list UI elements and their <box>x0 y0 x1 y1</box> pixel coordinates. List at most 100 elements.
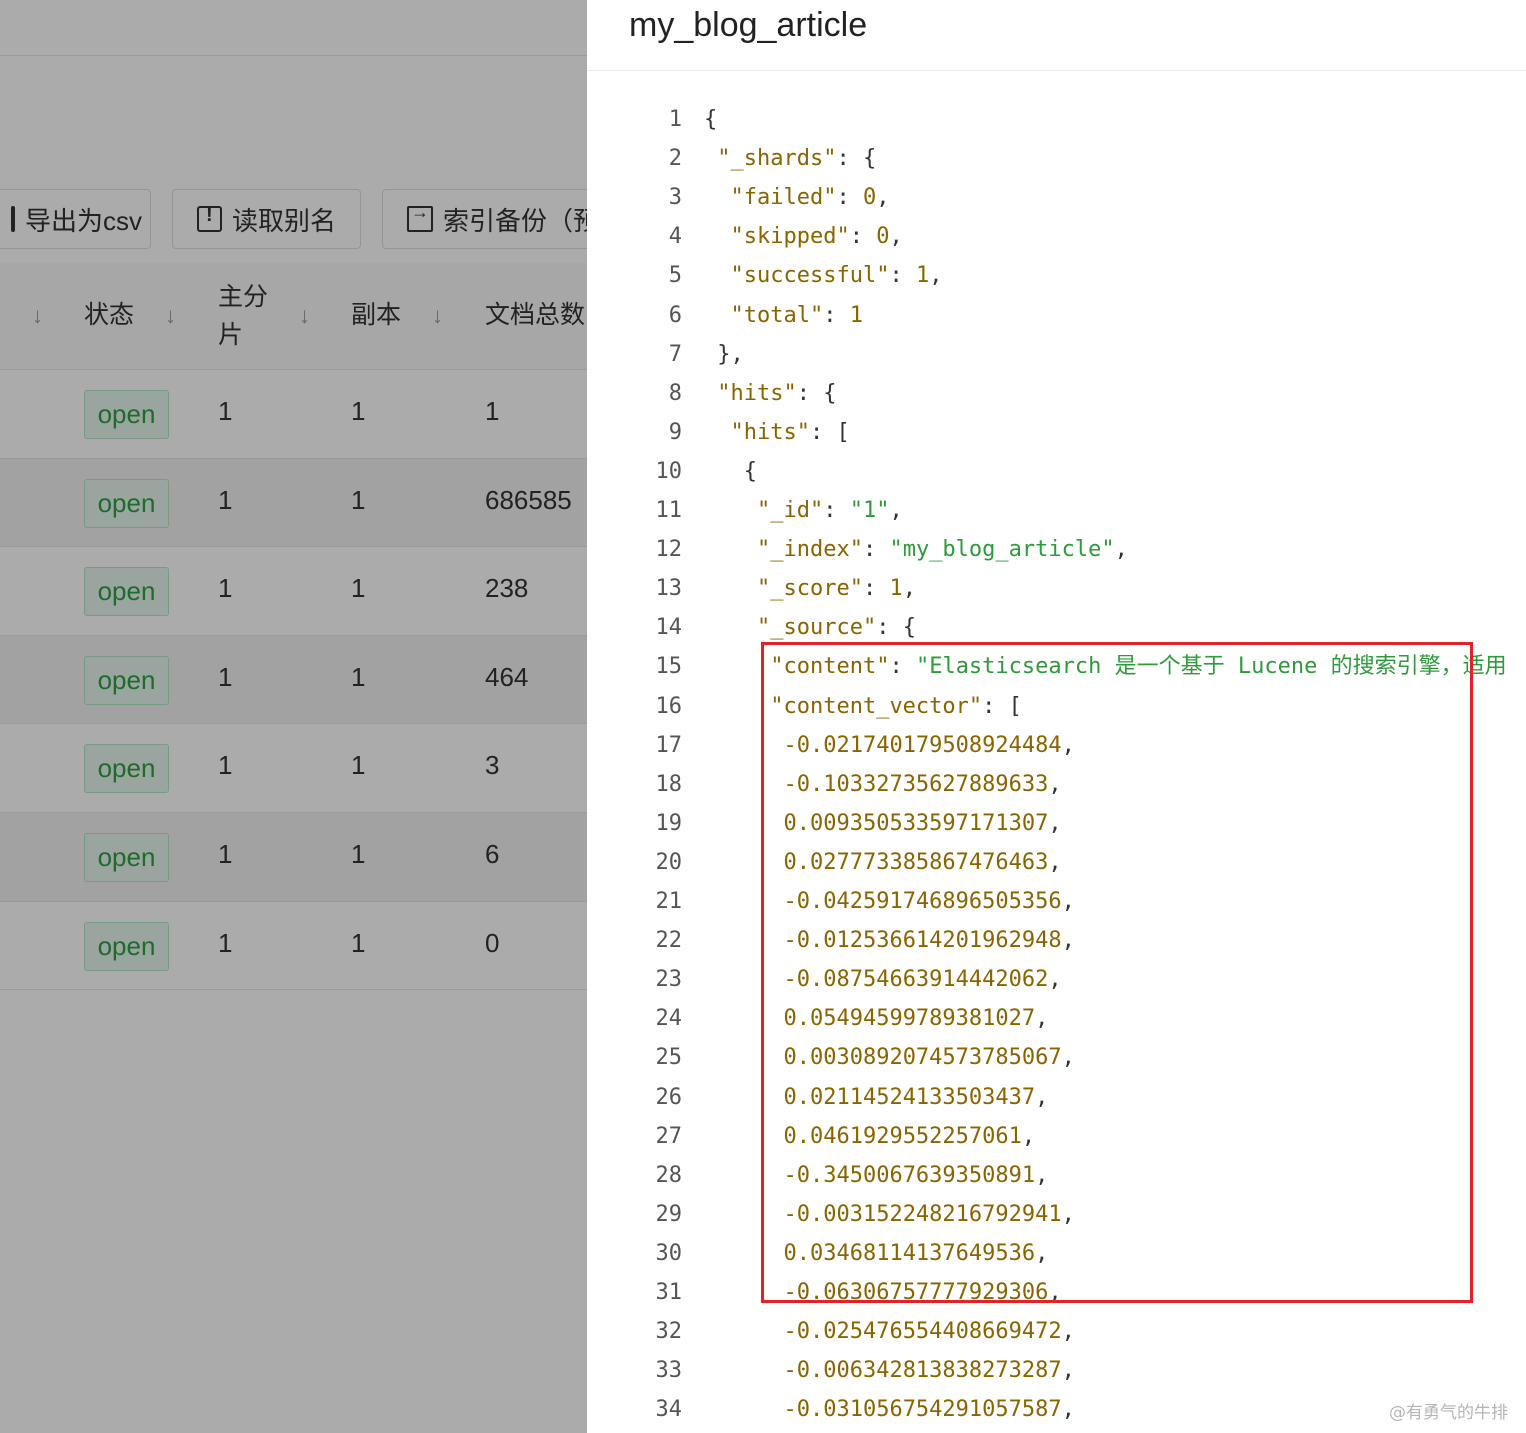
line-content: -0.012536614201962948, <box>704 921 1074 960</box>
token: { <box>704 107 718 132</box>
index-list-page: 导出为csv 读取别名 索引备份（预 ↓ 状态 ↓ 主分 片 ↓ 副本 ↓ 文档… <box>0 0 587 1433</box>
line-number: 14 <box>655 615 683 641</box>
line-content: { <box>704 452 757 491</box>
line-content: -0.021740179508924484, <box>704 726 1075 765</box>
token: , <box>1061 889 1075 914</box>
line-number: 30 <box>655 1240 683 1266</box>
line-number: 5 <box>668 263 682 289</box>
token: "successful" <box>730 263 890 289</box>
line-number: 3 <box>668 185 682 211</box>
token: : <box>823 498 850 523</box>
modal-mask[interactable] <box>0 0 587 1433</box>
token: "failed" <box>730 185 837 211</box>
token: "my_blog_article" <box>889 537 1115 563</box>
token: "1" <box>849 498 890 523</box>
token: , <box>1035 1006 1049 1032</box>
line-content: "_index": "my_blog_article", <box>704 530 1128 569</box>
line-number: 12 <box>655 537 683 563</box>
token: 0.0461929552257061 <box>783 1123 1022 1149</box>
line-number: 20 <box>655 849 683 875</box>
token: : <box>889 654 916 680</box>
line-number: 27 <box>655 1123 683 1149</box>
drawer-header: my_blog_article <box>587 0 1526 71</box>
line-number: 23 <box>655 967 683 993</box>
line-content: "_score": 1, <box>704 569 916 608</box>
token: , <box>1061 732 1075 758</box>
line-number: 29 <box>655 1201 683 1227</box>
line-content: -0.006342813838273287, <box>704 1351 1075 1390</box>
line-content: -0.10332735627889633, <box>704 765 1061 804</box>
token: 0 <box>862 185 877 211</box>
line-content: 0.0461929552257061, <box>704 1117 1035 1156</box>
line-content: "skipped": 0, <box>704 217 903 256</box>
token: 1 <box>915 263 930 289</box>
json-drawer: my_blog_article 1{2 "_shards": {3 "faile… <box>587 0 1526 1433</box>
line-content: -0.025476554408669472, <box>704 1312 1075 1351</box>
token: -0.021740179508924484 <box>783 732 1062 758</box>
line-content: 0.009350533597171307, <box>704 804 1061 843</box>
token: : <box>862 576 890 602</box>
token: "hits" <box>730 419 810 445</box>
token: , <box>1021 1123 1036 1149</box>
line-content: }, <box>704 335 744 374</box>
token: "content" <box>770 654 890 680</box>
line-number: 24 <box>655 1006 683 1032</box>
line-number: 16 <box>655 693 683 719</box>
token: "Elasticsearch 是一个基于 Lucene 的搜索引擎，适用 <box>915 654 1507 680</box>
token: , <box>1048 1280 1062 1305</box>
line-content: "successful": 1, <box>704 256 943 295</box>
token: "_id" <box>756 498 824 523</box>
line-content: "_id": "1", <box>704 491 903 530</box>
line-content: 0.03468114137649536, <box>704 1234 1048 1273</box>
line-number: 10 <box>655 458 683 484</box>
line-number: 25 <box>655 1045 683 1071</box>
token: -0.06306757777929306 <box>783 1280 1049 1305</box>
token: : [ <box>809 419 850 445</box>
token: , <box>1061 1358 1075 1384</box>
line-number: 11 <box>655 498 683 523</box>
token: : { <box>836 146 877 172</box>
token: }, <box>717 341 744 367</box>
line-content: "_shards": { <box>704 139 876 178</box>
line-content: "content_vector": [ <box>704 687 1022 726</box>
line-content: "hits": [ <box>704 413 850 452</box>
line-number: 7 <box>668 341 682 367</box>
token: : <box>849 224 877 250</box>
token: -0.012536614201962948 <box>783 928 1062 954</box>
line-content: "hits": { <box>704 374 836 413</box>
line-number: 1 <box>668 107 682 132</box>
token: 1 <box>849 302 863 328</box>
token: -0.3450067639350891 <box>783 1162 1036 1188</box>
line-content: 0.027773385867476463, <box>704 843 1061 882</box>
line-content: -0.3450067639350891, <box>704 1156 1048 1195</box>
token: "_score" <box>756 576 863 602</box>
token: , <box>1061 1319 1075 1345</box>
token: , <box>876 185 890 211</box>
line-number: 18 <box>655 771 683 797</box>
line-number: 15 <box>655 654 683 680</box>
token: , <box>1061 1397 1075 1423</box>
line-content: -0.06306757777929306, <box>704 1273 1062 1312</box>
line-content: 0.05494599789381027, <box>704 999 1048 1038</box>
token: -0.006342813838273287 <box>783 1358 1062 1384</box>
line-content: -0.003152248216792941, <box>704 1195 1074 1234</box>
